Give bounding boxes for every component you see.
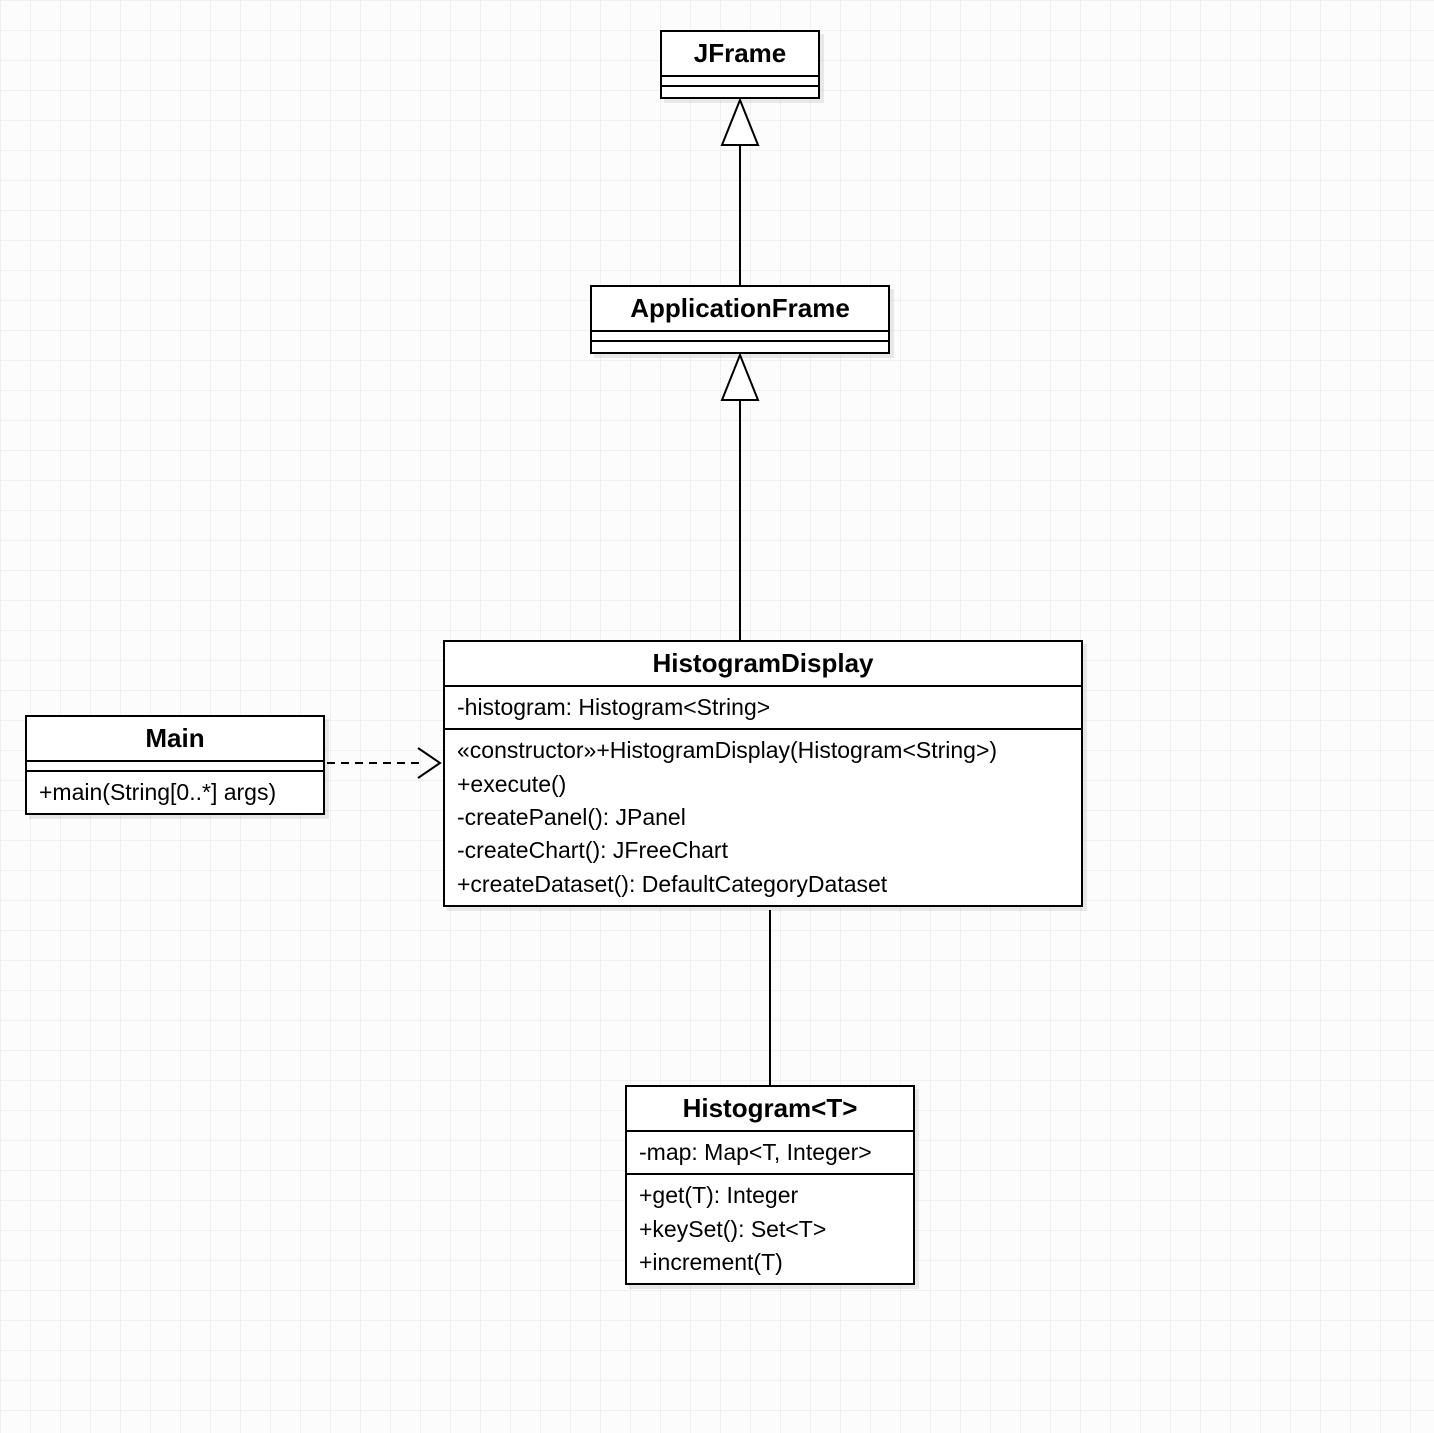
class-title: HistogramDisplay [445,642,1081,687]
class-attributes: -map: Map<T, Integer> [627,1132,913,1175]
class-method: -createPanel(): JPanel [457,801,1069,834]
class-method: -createChart(): JFreeChart [457,834,1069,867]
class-histogram: Histogram<T> -map: Map<T, Integer> +get(… [625,1085,915,1285]
class-main: Main +main(String[0..*] args) [25,715,325,815]
class-methods [662,87,818,97]
class-method: «constructor»+HistogramDisplay(Histogram… [457,734,1069,767]
class-method: +main(String[0..*] args) [39,776,311,809]
inheritance-arrow-icon [722,100,758,285]
class-attributes [662,77,818,87]
class-methods: +main(String[0..*] args) [27,772,323,813]
class-method: +execute() [457,768,1069,801]
class-application-frame: ApplicationFrame [590,285,890,354]
dependency-arrow-icon [327,748,440,778]
class-method: +createDataset(): DefaultCategoryDataset [457,868,1069,901]
class-attribute: -histogram: Histogram<String> [457,691,1069,724]
class-methods: «constructor»+HistogramDisplay(Histogram… [445,730,1081,905]
class-title: Main [27,717,323,762]
class-methods: +get(T): Integer +keySet(): Set<T> +incr… [627,1175,913,1283]
class-method: +keySet(): Set<T> [639,1213,901,1246]
class-attributes [27,762,323,772]
inheritance-arrow-icon [722,355,758,640]
class-title: JFrame [662,32,818,77]
class-method: +get(T): Integer [639,1179,901,1212]
class-method: +increment(T) [639,1246,901,1279]
class-title: ApplicationFrame [592,287,888,332]
class-jframe: JFrame [660,30,820,99]
class-methods [592,342,888,352]
class-attributes [592,332,888,342]
class-attribute: -map: Map<T, Integer> [639,1136,901,1169]
class-title: Histogram<T> [627,1087,913,1132]
class-attributes: -histogram: Histogram<String> [445,687,1081,730]
class-histogram-display: HistogramDisplay -histogram: Histogram<S… [443,640,1083,907]
